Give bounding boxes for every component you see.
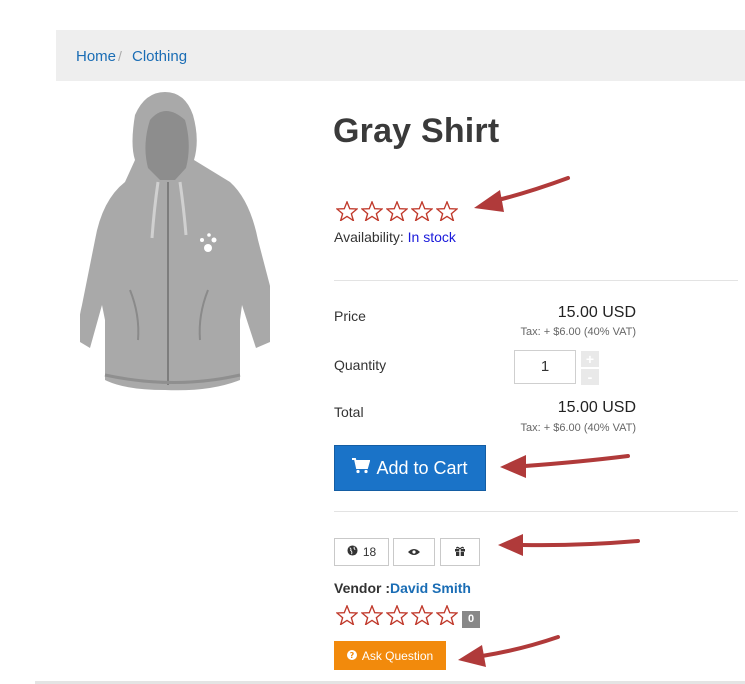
arrow-annotation [458, 635, 560, 667]
annotation-arrows [458, 176, 640, 667]
arrow-annotation [498, 534, 640, 556]
arrow-annotation [474, 176, 570, 212]
arrow-annotation [500, 454, 630, 478]
